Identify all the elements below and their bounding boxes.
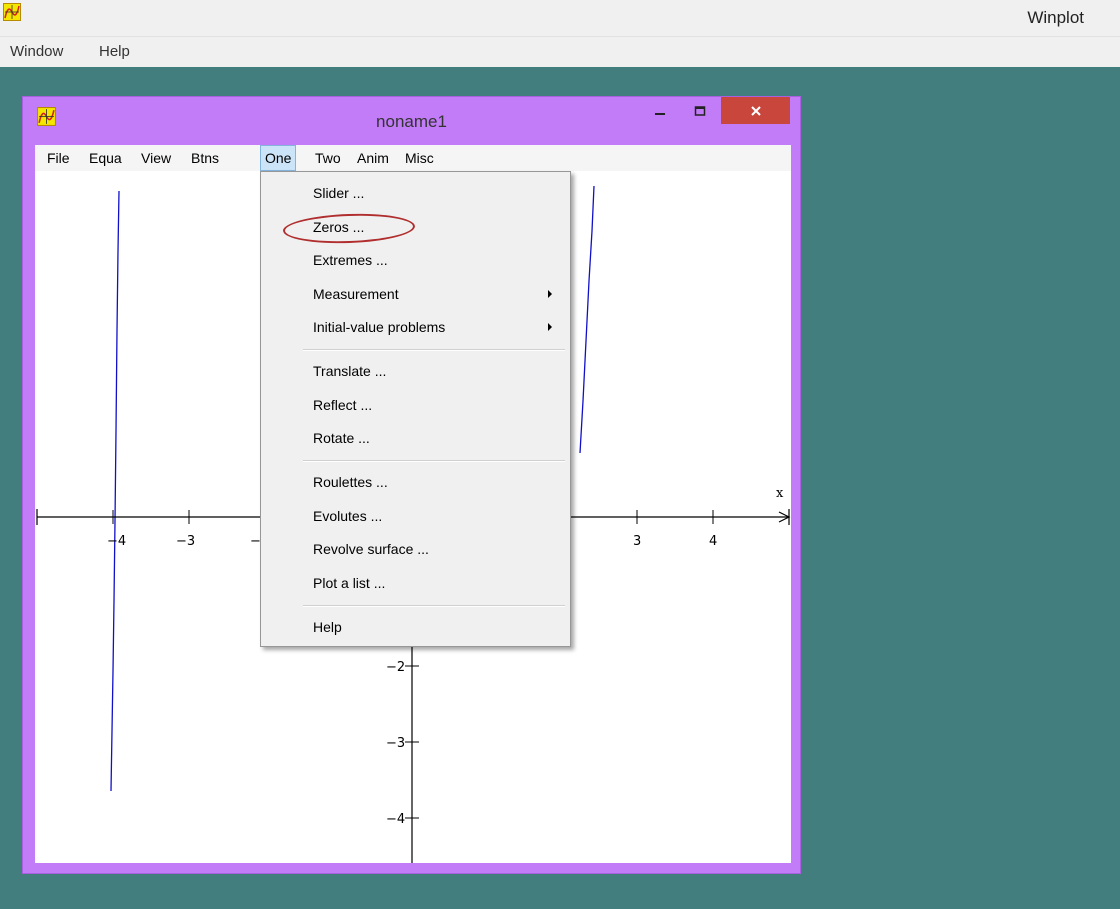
menu-item-plot-a-list[interactable]: Plot a list ... [261,568,570,598]
one-menu-dropdown: Slider ... Zeros ... Extremes ... Measur… [260,171,571,647]
menu-one[interactable]: One [260,145,297,171]
curve-left [110,190,120,792]
chevron-right-icon [548,323,552,331]
menu-item-label: Reflect ... [313,397,373,413]
close-icon [750,105,761,116]
window-menubar: File Equa View Btns One Two Anim Misc [35,145,791,171]
y-tick-label: −4 [386,812,405,827]
menu-item-measurement[interactable]: Measurement [261,279,570,309]
menu-item-initial-value-problems[interactable]: Initial-value problems [261,312,570,342]
y-tick-label: −2 [386,660,405,675]
menu-equa[interactable]: Equa [85,145,126,171]
menu-item-rotate[interactable]: Rotate ... [261,423,570,453]
menu-item-label: Initial-value problems [313,319,446,335]
menu-item-label: Translate ... [313,363,387,379]
minimize-button[interactable] [645,97,675,124]
menu-item-label: Measurement [313,286,399,302]
menu-item-reflect[interactable]: Reflect ... [261,390,570,420]
maximize-icon [694,105,706,116]
menu-separator [303,605,565,607]
app-title: Winplot [1027,8,1084,27]
menu-item-label: Plot a list ... [313,575,386,591]
menu-item-slider[interactable]: Slider ... [261,178,570,208]
menu-item-revolve-surface[interactable]: Revolve surface ... [261,534,570,564]
menu-item-label: Evolutes ... [313,508,383,524]
menu-item-label: Extremes ... [313,252,388,268]
x-tick-label: −3 [176,534,195,549]
x-tick-label: −4 [107,534,126,549]
app-menubar: Window Help [0,36,1120,67]
menu-separator [303,460,565,462]
menu-item-label: Revolve surface ... [313,541,429,557]
menu-item-label: Roulettes ... [313,474,388,490]
app-menu-window[interactable]: Window [10,43,63,60]
menu-item-evolutes[interactable]: Evolutes ... [261,501,570,531]
menu-anim[interactable]: Anim [353,145,393,171]
winplot-icon[interactable] [3,3,21,21]
x-tick-label: 4 [709,534,717,549]
menu-two[interactable]: Two [311,145,345,171]
x-tick-label: 3 [633,534,641,549]
curve-right [579,185,595,454]
maximize-button[interactable] [685,97,715,124]
menu-view[interactable]: View [137,145,175,171]
menu-file[interactable]: File [43,145,74,171]
menu-item-extremes[interactable]: Extremes ... [261,245,570,275]
close-button[interactable] [721,97,790,124]
menu-misc[interactable]: Misc [401,145,438,171]
chevron-right-icon [548,290,552,298]
minimize-icon [655,112,665,115]
app-menu-help[interactable]: Help [99,43,130,60]
app-titlebar: Winplot [0,0,1120,36]
menu-btns[interactable]: Btns [187,145,223,171]
window-title: noname1 [376,112,447,131]
x-axis-label: x [776,486,784,501]
menu-item-label: Slider ... [313,185,365,201]
menu-item-roulettes[interactable]: Roulettes ... [261,467,570,497]
y-tick-label: −3 [386,736,405,751]
menu-separator [303,349,565,351]
menu-item-translate[interactable]: Translate ... [261,356,570,386]
menu-item-help[interactable]: Help [261,612,570,642]
menu-item-label: Help [313,619,342,635]
menu-item-label: Rotate ... [313,430,370,446]
